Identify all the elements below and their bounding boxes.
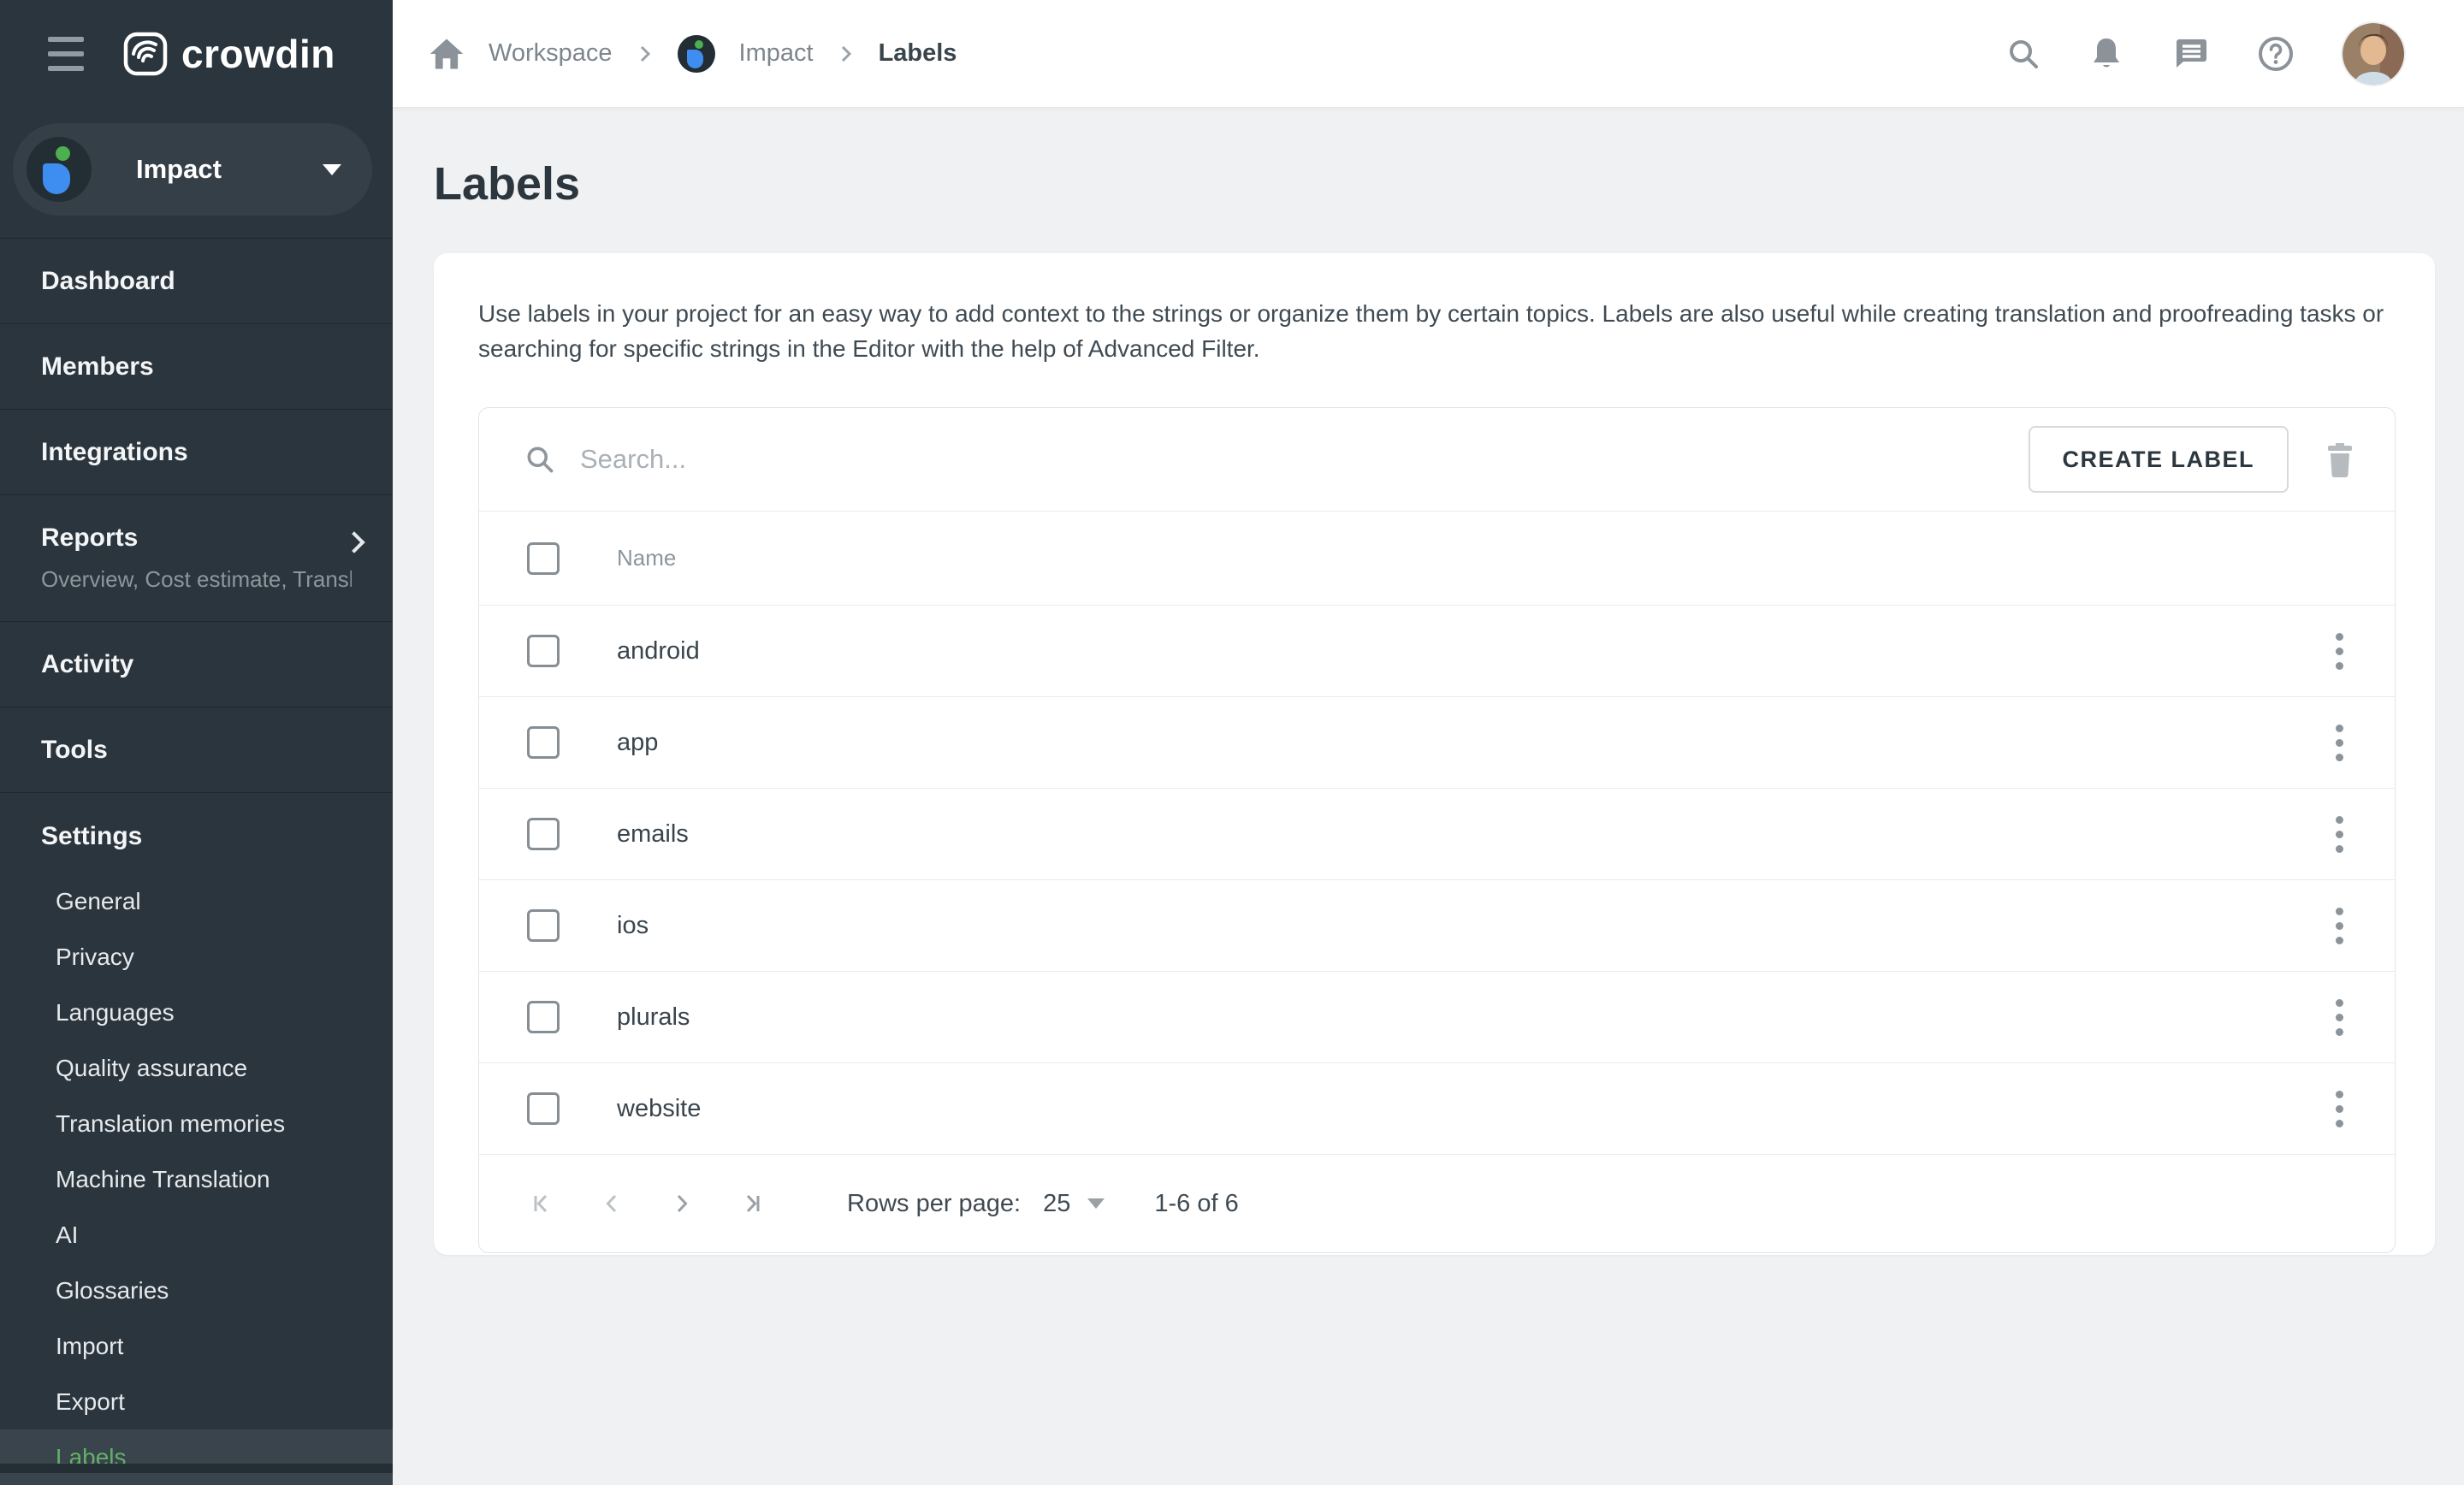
search-input[interactable] [580,444,2029,475]
breadcrumb-current: Labels [879,39,957,68]
table-row: emails [479,788,2395,879]
search-icon[interactable] [2005,36,2041,72]
rows-per-page-label: Rows per page: [847,1190,1021,1218]
settings-nav-item[interactable]: Languages [0,985,393,1040]
settings-nav-item[interactable]: Quality assurance [0,1040,393,1096]
row-checkbox[interactable] [527,635,560,667]
row-menu-kebab-icon[interactable] [2327,809,2352,860]
topbar: Workspace Impact Labels [393,0,2464,108]
chevron-right-icon [637,42,654,66]
project-name: Impact [136,154,222,185]
topbar-actions [2005,23,2404,85]
help-icon[interactable] [2257,35,2295,73]
row-checkbox[interactable] [527,1092,560,1125]
settings-section-header: Settings [0,793,393,873]
breadcrumb: Workspace Impact Labels [429,35,957,73]
table-row: app [479,696,2395,788]
project-selector[interactable]: Impact [13,123,372,216]
chevron-right-icon [838,42,855,66]
settings-nav-item[interactable]: Privacy [0,929,393,985]
create-label-button[interactable]: CREATE LABEL [2029,426,2289,493]
table-row: plurals [479,971,2395,1062]
first-page-button[interactable] [520,1182,563,1225]
crowdin-logo-icon [123,32,168,76]
table-row: ios [479,879,2395,971]
label-name: app [617,729,658,757]
settings-nav: General Privacy Languages Quality assura… [0,873,393,1485]
content: Labels Use labels in your project for an… [393,108,2464,1473]
notifications-bell-icon[interactable] [2089,35,2123,73]
table-row: website [479,1062,2395,1154]
user-avatar[interactable] [2343,23,2404,85]
page-title: Labels [434,157,2435,210]
pagination-range: 1-6 of 6 [1154,1190,1238,1218]
previous-page-button[interactable] [590,1182,633,1225]
chevron-down-icon [323,164,341,175]
home-icon[interactable] [429,37,465,71]
label-name: website [617,1095,701,1123]
crowdin-logo[interactable]: crowdin [123,31,335,77]
table-toolbar: CREATE LABEL [479,408,2395,511]
hamburger-menu-icon[interactable] [48,37,84,71]
sidebar: crowdin Impact Dashboard Members Integra… [0,0,393,1473]
breadcrumb-workspace[interactable]: Workspace [489,39,613,68]
breadcrumb-project[interactable]: Impact [739,39,814,68]
settings-nav-item[interactable]: Export [0,1374,393,1429]
sidebar-nav: Dashboard Members Integrations Reports O… [0,238,393,793]
sidebar-nav-item[interactable]: Tools [0,707,393,793]
search-icon [524,443,556,476]
settings-nav-item[interactable]: Import [0,1318,393,1374]
column-header-name: Name [617,545,676,571]
next-page-button[interactable] [660,1182,703,1225]
crowdin-wordmark: crowdin [181,31,335,77]
delete-trash-icon[interactable] [2325,441,2355,478]
settings-nav-item[interactable]: Machine Translation [0,1151,393,1207]
label-name: ios [617,912,649,940]
row-checkbox[interactable] [527,909,560,942]
settings-nav-item[interactable]: Labels [0,1429,393,1485]
row-menu-kebab-icon[interactable] [2327,1084,2352,1134]
rows-per-page-select[interactable]: 25 [1043,1190,1105,1218]
settings-nav-item[interactable]: Translation memories [0,1096,393,1151]
row-menu-kebab-icon[interactable] [2327,626,2352,677]
table-header-row: Name [479,511,2395,605]
project-avatar [27,137,92,202]
messages-icon[interactable] [2171,36,2209,72]
pagination: Rows per page: 25 1-6 of 6 [479,1154,2395,1252]
sidebar-nav-item[interactable]: Integrations [0,410,393,495]
sidebar-header: crowdin [0,0,393,108]
chevron-down-icon [1087,1198,1105,1209]
label-name: plurals [617,1003,690,1032]
main-area: Workspace Impact Labels [393,0,2464,1473]
labels-table: CREATE LABEL Name android [478,407,2396,1253]
row-checkbox[interactable] [527,726,560,759]
sidebar-nav-item[interactable]: Dashboard [0,239,393,324]
row-checkbox[interactable] [527,818,560,850]
row-menu-kebab-icon[interactable] [2327,901,2352,951]
settings-nav-item[interactable]: Glossaries [0,1263,393,1318]
labels-card: Use labels in your project for an easy w… [434,253,2435,1255]
last-page-button[interactable] [731,1182,773,1225]
row-menu-kebab-icon[interactable] [2327,718,2352,768]
breadcrumb-project-avatar [678,35,715,73]
nav-item-subtitle: Overview, Cost estimate, Transl… [41,566,352,593]
select-all-checkbox[interactable] [527,542,560,575]
sidebar-nav-item[interactable]: Members [0,324,393,410]
labels-description: Use labels in your project for an easy w… [478,296,2390,366]
label-name: android [617,637,700,666]
settings-nav-item[interactable]: AI [0,1207,393,1263]
settings-nav-item[interactable]: General [0,873,393,929]
table-row: android [479,605,2395,696]
row-checkbox[interactable] [527,1001,560,1033]
table-body: android app emails [479,605,2395,1154]
label-name: emails [617,820,689,849]
sidebar-nav-item[interactable]: Reports Overview, Cost estimate, Transl… [0,495,393,622]
row-menu-kebab-icon[interactable] [2327,992,2352,1043]
sidebar-nav-item[interactable]: Activity [0,622,393,707]
